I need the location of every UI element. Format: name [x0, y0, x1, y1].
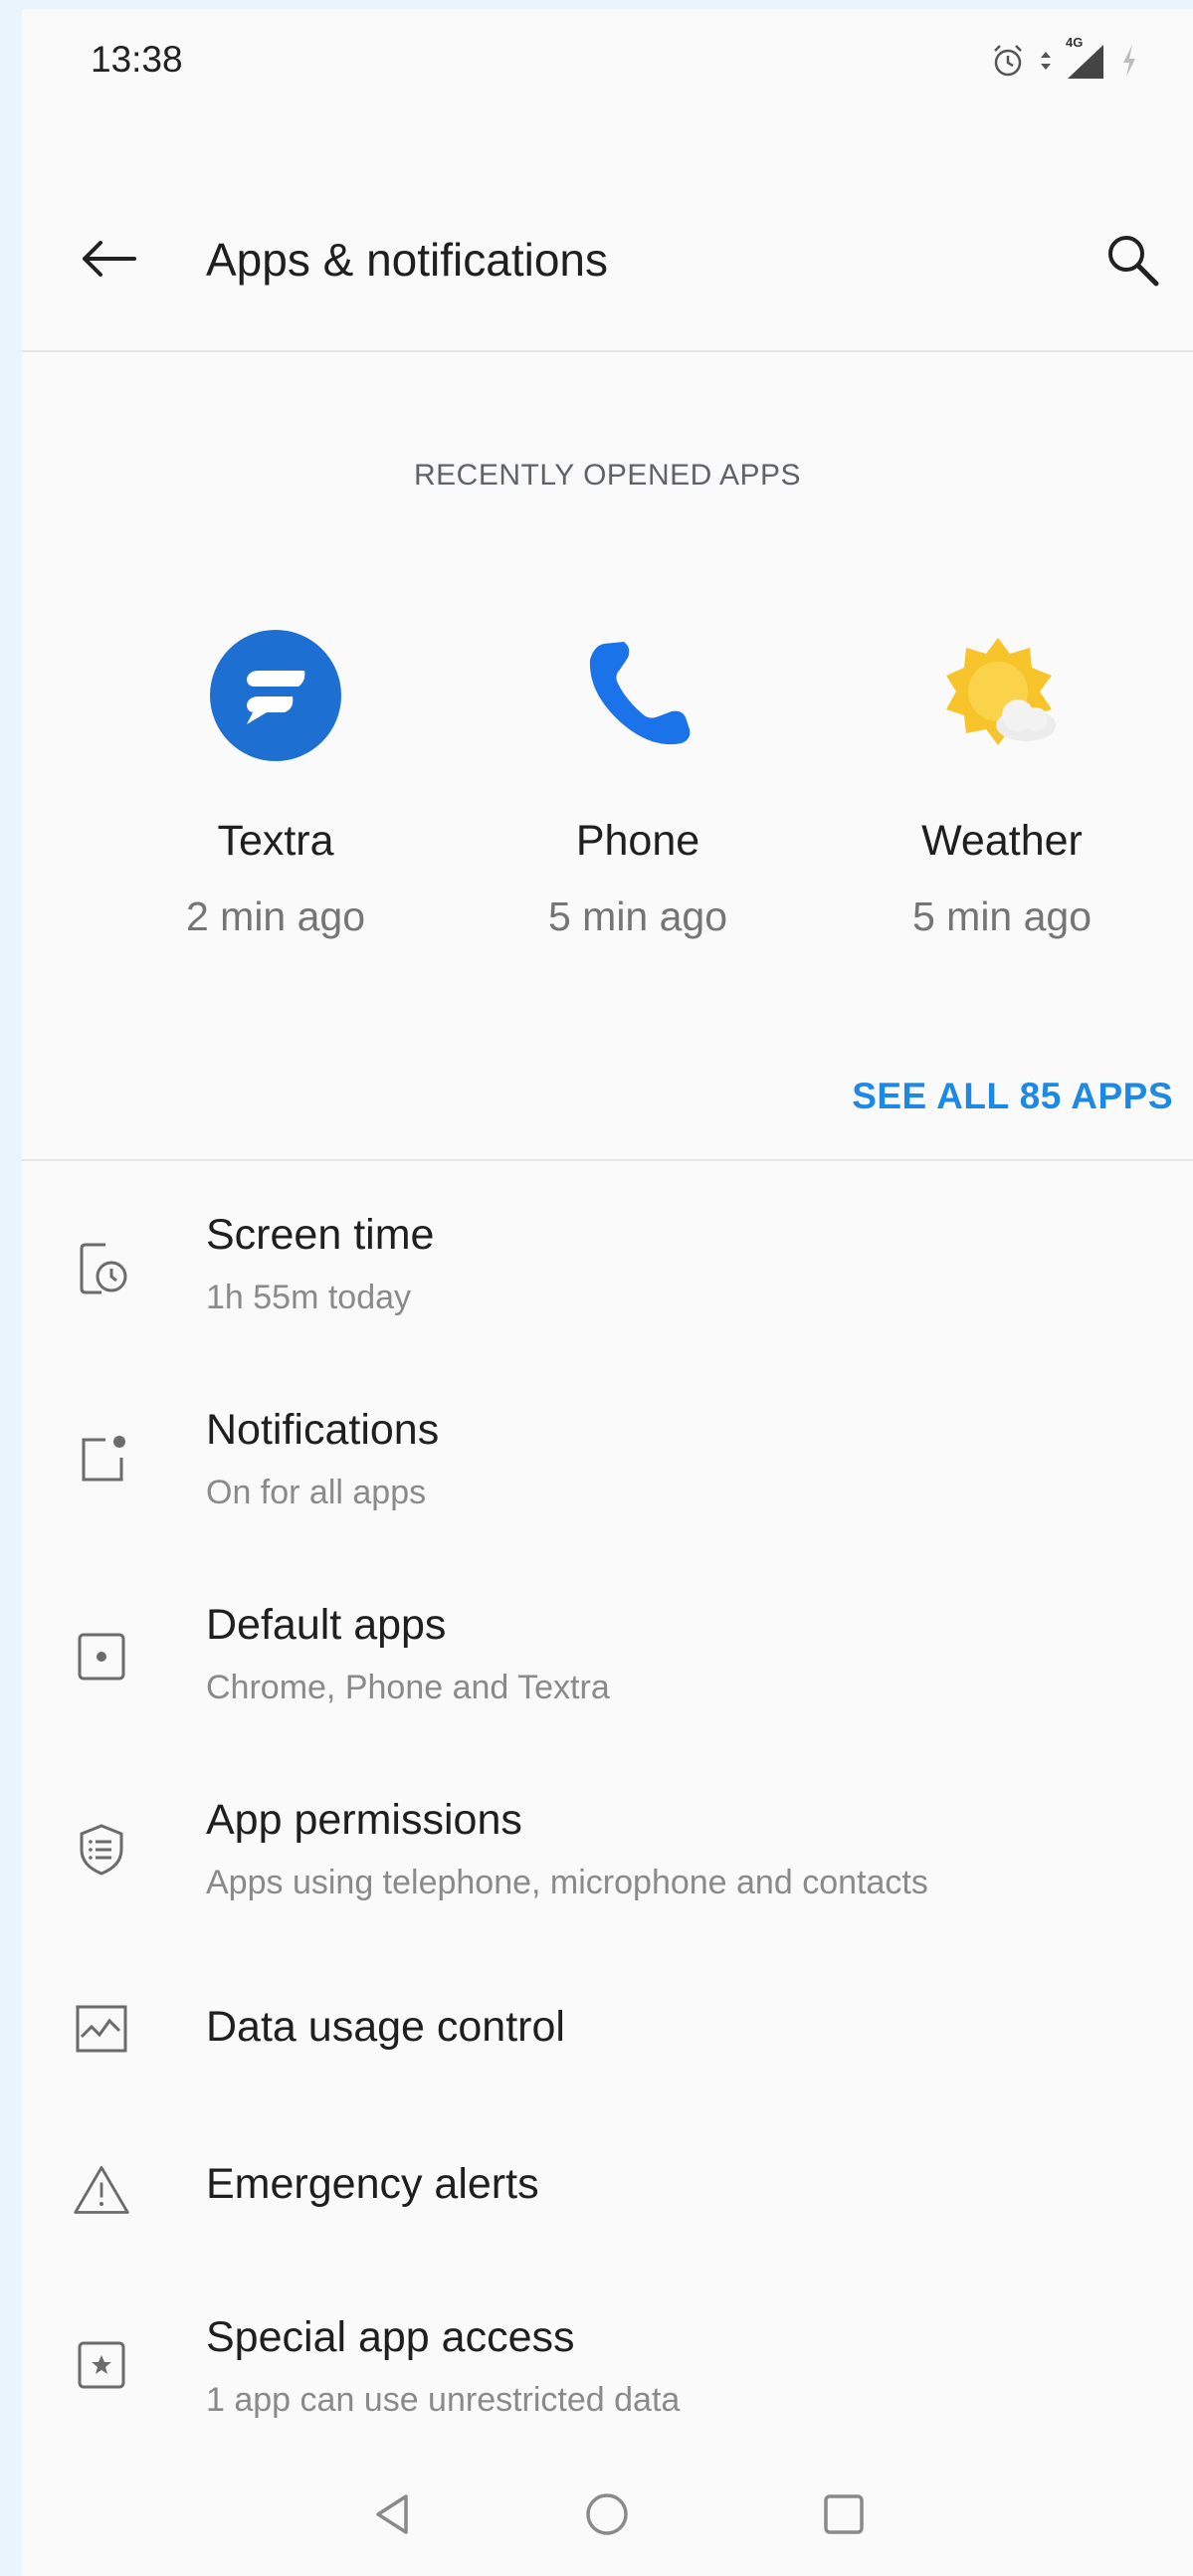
recent-app-time: 5 min ago — [911, 893, 1093, 939]
menu-item-title: Default apps — [206, 1601, 447, 1649]
battery-charging-icon — [1117, 41, 1141, 81]
search-button[interactable] — [1094, 223, 1173, 302]
screen-time-icon — [72, 1237, 131, 1296]
textra-app-icon — [206, 626, 345, 765]
warning-icon — [72, 2160, 131, 2220]
arrow-back-icon — [79, 239, 138, 284]
recent-app-weather[interactable]: Weather 5 min ago — [843, 626, 1161, 964]
network-type-label: 4G — [1066, 35, 1084, 50]
menu-item-special-app-access[interactable]: Special app access 1 app can use unrestr… — [22, 2278, 1193, 2457]
nav-back-button[interactable] — [352, 2477, 432, 2556]
menu-item-title: Emergency alerts — [206, 2160, 539, 2208]
menu-item-subtitle: Apps using telephone, microphone and con… — [206, 1864, 928, 1901]
status-icons: 4G — [988, 35, 1141, 81]
recent-apps: Textra 2 min ago Phone 5 min ago Weather… — [22, 626, 1193, 964]
menu-item-subtitle: On for all apps — [206, 1474, 427, 1511]
nav-back-icon — [368, 2490, 416, 2543]
phone-app-icon — [568, 626, 707, 765]
shield-icon — [72, 1820, 131, 1880]
alarm-icon — [988, 41, 1028, 81]
menu-item-subtitle: 1h 55m today — [206, 1279, 412, 1316]
menu-item-notifications[interactable]: Notifications On for all apps — [22, 1370, 1193, 1549]
weather-app-icon — [932, 626, 1072, 765]
signal-icon: 4G — [1064, 35, 1107, 81]
settings-screen: 13:38 4G Apps & notifications RECENTLY O… — [22, 9, 1193, 2576]
data-usage-icon — [72, 1999, 131, 2059]
nav-recents-button[interactable] — [804, 2477, 884, 2556]
nav-home-icon — [583, 2490, 631, 2543]
menu-item-default-apps[interactable]: Default apps Chrome, Phone and Textra — [22, 1565, 1193, 1744]
menu-item-title: App permissions — [206, 1796, 522, 1844]
status-time: 13:38 — [91, 39, 183, 80]
app-bar-divider — [22, 350, 1193, 352]
back-button[interactable] — [74, 226, 143, 296]
menu-item-emergency-alerts[interactable]: Emergency alerts — [22, 2116, 1193, 2266]
navigation-bar — [22, 2457, 1193, 2576]
recent-app-name: Weather — [921, 817, 1083, 865]
special-access-icon — [72, 2335, 131, 2395]
search-icon — [1102, 230, 1164, 297]
data-arrows-icon — [1038, 46, 1054, 76]
status-bar: 13:38 4G — [22, 9, 1193, 118]
recent-apps-header: RECENTLY OPENED APPS — [413, 459, 801, 492]
menu-item-data-usage-control[interactable]: Data usage control — [22, 1955, 1193, 2104]
menu-item-screen-time[interactable]: Screen time 1h 55m today — [22, 1175, 1193, 1354]
menu-item-subtitle: Chrome, Phone and Textra — [206, 1669, 610, 1706]
page-title: Apps & notifications — [206, 234, 609, 286]
nav-home-button[interactable] — [567, 2477, 647, 2556]
menu-item-title: Data usage control — [206, 2003, 565, 2051]
recent-apps-divider — [22, 1159, 1193, 1161]
recent-app-name: Phone — [575, 817, 700, 865]
menu-item-title: Screen time — [206, 1211, 435, 1259]
recent-app-name: Textra — [217, 817, 334, 865]
recent-app-phone[interactable]: Phone 5 min ago — [479, 626, 797, 964]
menu-item-title: Special app access — [206, 2313, 575, 2361]
menu-item-app-permissions[interactable]: App permissions Apps using telephone, mi… — [22, 1760, 1193, 1939]
app-bar: Apps & notifications — [22, 188, 1193, 337]
see-all-apps-button[interactable]: SEE ALL 85 APPS — [852, 1076, 1173, 1117]
recent-app-textra[interactable]: Textra 2 min ago — [116, 626, 435, 964]
menu-item-subtitle: 1 app can use unrestricted data — [206, 2381, 681, 2419]
menu-item-title: Notifications — [206, 1406, 440, 1454]
nav-recents-icon — [820, 2490, 868, 2543]
default-apps-icon — [72, 1627, 131, 1686]
notifications-icon — [72, 1430, 131, 1489]
recent-app-time: 5 min ago — [547, 893, 728, 939]
recent-app-time: 2 min ago — [185, 893, 366, 939]
